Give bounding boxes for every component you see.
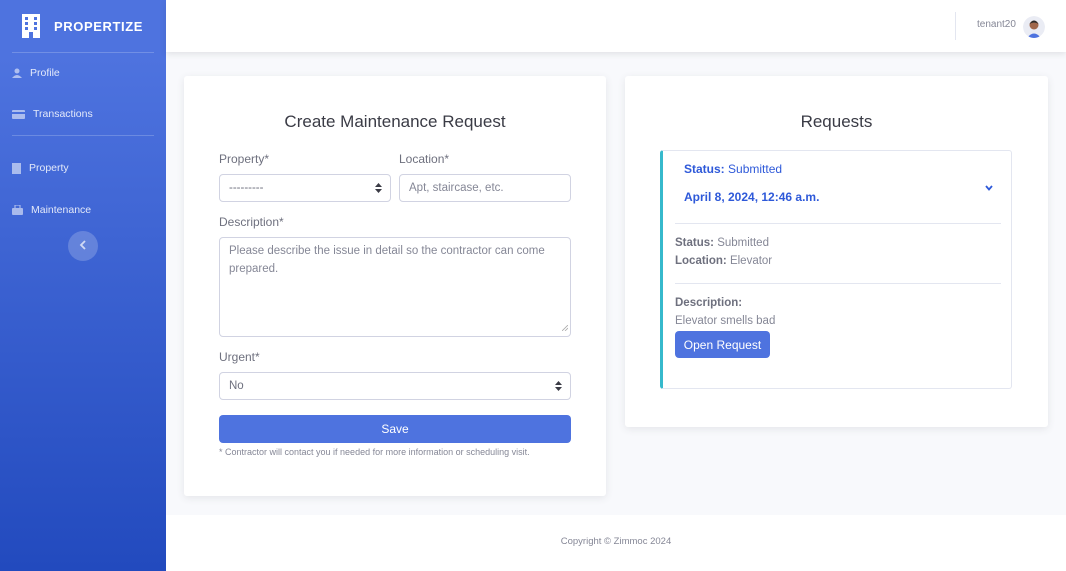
user-name[interactable]: tenant20 bbox=[977, 19, 1016, 30]
chevron-down-icon[interactable] bbox=[984, 179, 994, 191]
building-icon bbox=[12, 162, 21, 174]
description-key: Description: bbox=[675, 297, 743, 309]
topbar: tenant20 bbox=[166, 0, 1066, 52]
description-textarea[interactable]: Please describe the issue in detail so t… bbox=[219, 237, 571, 337]
save-button[interactable]: Save bbox=[219, 415, 571, 443]
contractor-note: * Contractor will contact you if needed … bbox=[219, 447, 530, 457]
user-icon bbox=[12, 68, 22, 78]
sidebar-item-property[interactable]: Property bbox=[0, 162, 69, 174]
sidebar-item-maintenance[interactable]: Maintenance bbox=[0, 204, 91, 216]
sidebar-divider bbox=[12, 52, 154, 53]
property-select[interactable]: --------- bbox=[219, 174, 391, 202]
sidebar-item-label: Profile bbox=[30, 67, 60, 79]
request-item: Status: Submitted April 8, 2024, 12:46 a… bbox=[660, 150, 1012, 389]
sidebar-item-label: Transactions bbox=[33, 108, 93, 120]
request-divider bbox=[675, 223, 1001, 224]
location-value: Elevator bbox=[729, 255, 773, 267]
urgent-label: Urgent* bbox=[219, 350, 260, 364]
sidebar-item-label: Property bbox=[29, 162, 69, 174]
request-header-status[interactable]: Status: Submitted bbox=[684, 162, 782, 176]
sidebar-item-transactions[interactable]: Transactions bbox=[0, 108, 93, 120]
request-description-key: Description: bbox=[675, 297, 742, 309]
requests-card: Requests Status: Submitted April 8, 2024… bbox=[625, 76, 1048, 427]
copyright: Copyright © Zimmoc 2024 bbox=[560, 536, 672, 547]
form-title: Create Maintenance Request bbox=[284, 112, 506, 131]
status-key: Status: bbox=[675, 237, 714, 249]
location-placeholder: Apt, staircase, etc. bbox=[409, 182, 504, 194]
select-arrows-icon bbox=[555, 381, 562, 391]
location-label: Location* bbox=[399, 152, 450, 166]
chevron-left-icon bbox=[79, 237, 87, 255]
sidebar: PROPERTIZE Profile Transactions Property… bbox=[0, 0, 166, 571]
request-location-line: Location: Elevator bbox=[675, 255, 772, 267]
urgent-select-value: No bbox=[229, 380, 244, 392]
toolbox-icon bbox=[12, 204, 23, 215]
select-arrows-icon bbox=[375, 183, 382, 193]
footer: Copyright © Zimmoc 2024 bbox=[166, 515, 1066, 571]
sidebar-item-label: Maintenance bbox=[31, 204, 92, 216]
status-value: Submitted bbox=[717, 237, 769, 249]
credit-card-icon bbox=[12, 109, 25, 119]
brand[interactable]: PROPERTIZE bbox=[0, 0, 166, 52]
request-description-value: Elevator smells bad bbox=[675, 315, 776, 327]
sidebar-item-profile[interactable]: Profile bbox=[0, 67, 60, 79]
requests-title: Requests bbox=[800, 112, 873, 131]
property-label: Property* bbox=[219, 152, 270, 166]
urgent-select[interactable]: No bbox=[219, 372, 571, 400]
avatar[interactable] bbox=[1023, 16, 1045, 38]
create-request-card: Create Maintenance Request Property* ---… bbox=[184, 76, 606, 496]
request-date[interactable]: April 8, 2024, 12:46 a.m. bbox=[684, 190, 819, 204]
resize-handle-icon[interactable] bbox=[561, 322, 569, 334]
location-input[interactable]: Apt, staircase, etc. bbox=[399, 174, 571, 202]
property-select-value: --------- bbox=[229, 182, 264, 194]
building-icon bbox=[22, 14, 40, 38]
location-key: Location: bbox=[675, 255, 727, 267]
brand-name: PROPERTIZE bbox=[54, 18, 144, 34]
open-request-button[interactable]: Open Request bbox=[675, 331, 770, 358]
status-value: Submitted bbox=[728, 162, 783, 176]
sidebar-divider bbox=[12, 135, 154, 136]
topbar-divider bbox=[955, 12, 956, 40]
description-label: Description* bbox=[219, 215, 284, 229]
description-placeholder: Please describe the issue in detail so t… bbox=[229, 245, 545, 275]
request-divider bbox=[675, 283, 1001, 284]
status-key: Status: bbox=[684, 162, 725, 176]
sidebar-toggle-button[interactable] bbox=[68, 231, 98, 261]
request-status-line: Status: Submitted bbox=[675, 237, 769, 249]
